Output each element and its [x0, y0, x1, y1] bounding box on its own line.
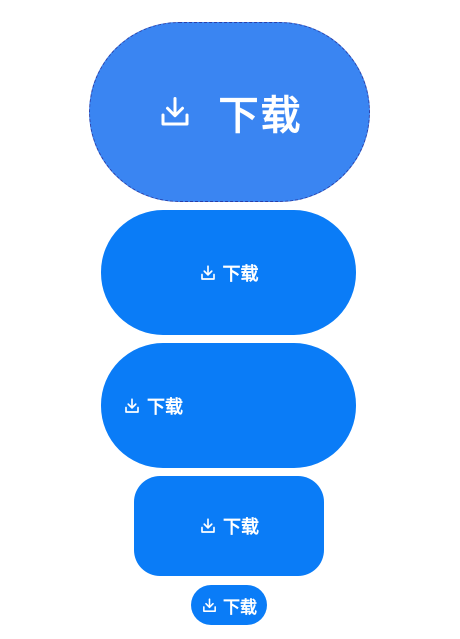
- download-button-label: 下载: [147, 396, 183, 418]
- download-button-rounded[interactable]: 下载: [134, 476, 324, 576]
- download-icon: [157, 94, 193, 130]
- download-icon: [199, 264, 217, 282]
- download-icon: [201, 597, 218, 614]
- download-button-label: 下载: [222, 263, 259, 285]
- download-button-label: 下载: [218, 93, 303, 139]
- download-button-large[interactable]: 下载: [89, 22, 370, 202]
- download-button-centered[interactable]: 下载: [101, 210, 356, 335]
- download-icon: [123, 397, 141, 415]
- download-button-label: 下载: [223, 597, 257, 618]
- download-button-label: 下载: [223, 517, 259, 538]
- download-button-compact[interactable]: 下载: [191, 585, 267, 625]
- download-icon: [199, 517, 217, 535]
- download-button-left-aligned[interactable]: 下载: [101, 343, 356, 468]
